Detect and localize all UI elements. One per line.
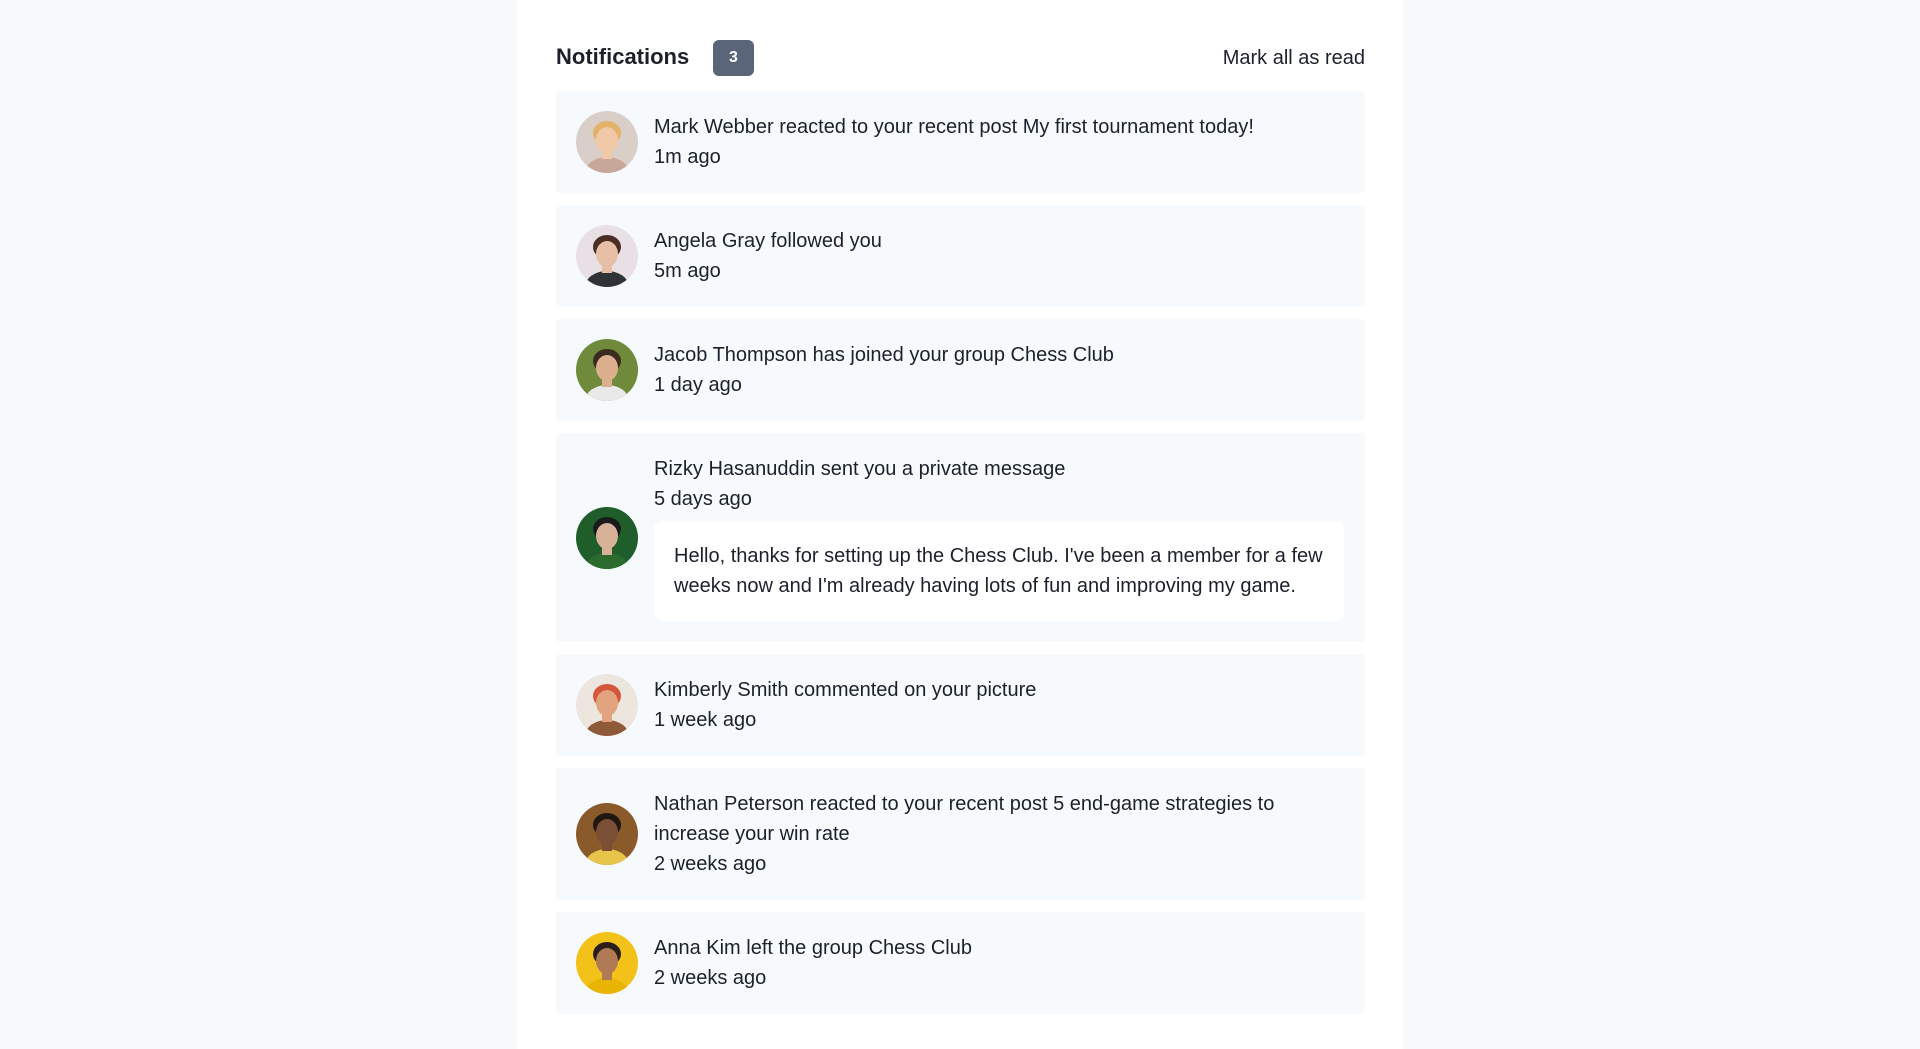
avatar[interactable]: [576, 803, 638, 865]
notifications-panel: Notifications 3 Mark all as read Mark We…: [517, 0, 1403, 1049]
avatar[interactable]: [576, 674, 638, 736]
notification-time: 1 week ago: [654, 709, 757, 731]
notification-item[interactable]: Anna Kim left the group Chess Club 2 week…: [556, 912, 1365, 1014]
notification-time: 5m ago: [654, 260, 721, 282]
notification-text: Nathan Peterson reacted to your recent p…: [654, 793, 1275, 845]
page-title: Notifications: [556, 44, 690, 69]
notification-text: Rizky Hasanuddin sent you a private mess…: [654, 458, 1066, 480]
notification-item[interactable]: Rizky Hasanuddin sent you a private mess…: [556, 433, 1365, 642]
notification-text: Jacob Thompson has joined your group Che…: [654, 344, 1114, 366]
notification-item[interactable]: Jacob Thompson has joined your group Che…: [556, 319, 1365, 421]
notification-time: 2 weeks ago: [654, 853, 767, 875]
private-message-preview[interactable]: Hello, thanks for setting up the Chess C…: [654, 521, 1344, 621]
notification-item[interactable]: Mark Webber reacted to your recent post …: [556, 91, 1365, 193]
notification-text: Anna Kim left the group Chess Club: [654, 937, 972, 959]
avatar[interactable]: [576, 111, 638, 173]
notifications-header: Notifications 3 Mark all as read: [556, 40, 1365, 76]
unread-count-badge: 3: [713, 40, 754, 76]
avatar[interactable]: [576, 932, 638, 994]
notification-time: 2 weeks ago: [654, 967, 767, 989]
notification-item[interactable]: Angela Gray followed you 5m ago: [556, 205, 1365, 307]
notification-item[interactable]: Nathan Peterson reacted to your recent p…: [556, 768, 1365, 900]
avatar[interactable]: [576, 506, 638, 569]
avatar[interactable]: [576, 339, 638, 401]
avatar[interactable]: [576, 225, 638, 287]
notification-text: Mark Webber reacted to your recent post …: [654, 116, 1254, 138]
mark-all-read-button[interactable]: Mark all as read: [1223, 47, 1365, 70]
notification-item[interactable]: Kimberly Smith commented on your picture…: [556, 654, 1365, 756]
notification-time: 5 days ago: [654, 488, 752, 510]
notification-time: 1 day ago: [654, 374, 742, 396]
notification-text: Kimberly Smith commented on your picture: [654, 679, 1037, 701]
notification-list: Mark Webber reacted to your recent post …: [556, 91, 1365, 1026]
notification-time: 1m ago: [654, 146, 721, 168]
notification-text: Angela Gray followed you: [654, 230, 882, 252]
